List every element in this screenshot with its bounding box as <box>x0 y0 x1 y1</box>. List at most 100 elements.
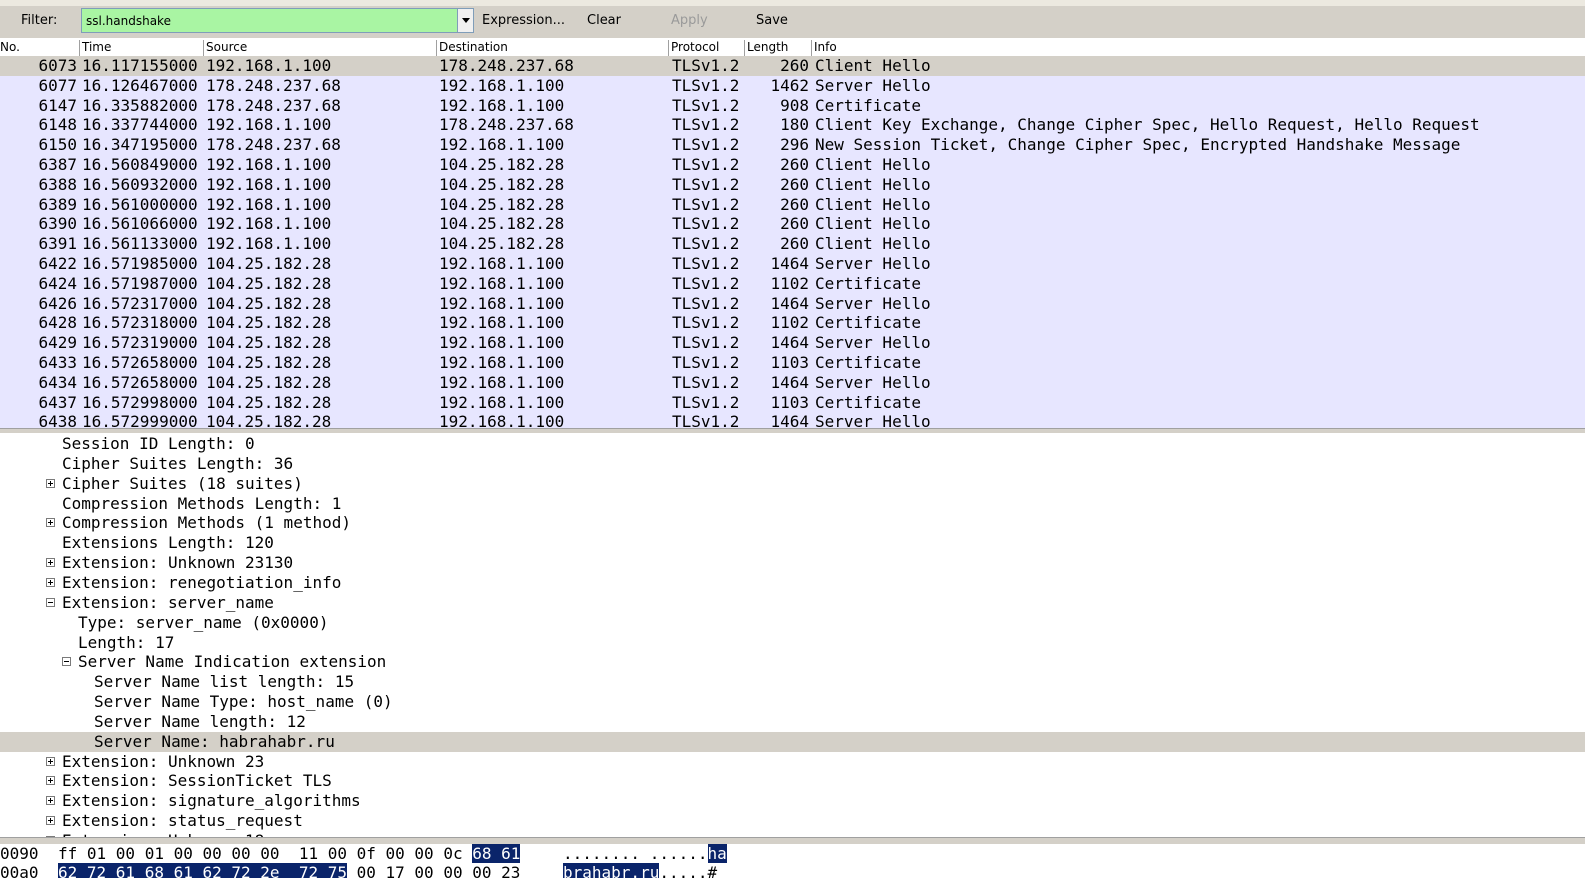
expand-icon[interactable] <box>46 478 55 488</box>
packet-row[interactable]: 6429 16.572319000 104.25.182.28 192.168.1.1… <box>0 333 1585 354</box>
column-header-length[interactable]: Length <box>744 40 811 56</box>
packet-row[interactable]: 6073 16.117155000 192.168.1.100 178.248.237… <box>0 56 1585 76</box>
packet-source: 104.25.182.28 <box>206 293 332 313</box>
packet-time: 16.571985000 <box>82 254 198 273</box>
tree-item[interactable]: Extension: Unknown 23130 <box>0 553 1585 573</box>
packet-protocol: TLSv1.2 <box>672 95 740 115</box>
packet-destination: 104.25.182.28 <box>439 174 565 194</box>
hex-bytes[interactable]: 00 17 00 00 00 23 <box>347 863 521 878</box>
packet-row[interactable]: 6147 16.335882000 178.248.237.68 192.168.1.… <box>0 95 1585 116</box>
hex-ascii[interactable]: .....# <box>659 863 717 878</box>
expand-icon[interactable] <box>46 518 55 528</box>
packet-protocol: TLSv1.2 <box>672 234 740 254</box>
tree-item[interactable]: Server Name list length: 15 <box>0 672 1585 692</box>
tree-item[interactable]: Session ID Length: 0 <box>0 434 1585 454</box>
tree-item[interactable]: Extension: Unknown 23 <box>0 752 1585 772</box>
pane-splitter[interactable] <box>0 837 1585 844</box>
packet-row[interactable]: 6428 16.572318000 104.25.182.28 192.168.1.1… <box>0 313 1585 334</box>
expand-icon[interactable] <box>46 816 55 826</box>
packet-destination: 192.168.1.100 <box>439 254 565 273</box>
packet-row[interactable]: 6077 16.126467000 178.248.237.68 192.168.1.… <box>0 75 1585 96</box>
expression-button[interactable]: Expression... <box>482 13 565 28</box>
packet-row[interactable]: 6422 16.571985000 104.25.182.28 192.168.1.1… <box>0 254 1585 274</box>
tree-item[interactable]: Extension: SessionTicket TLS <box>0 771 1585 791</box>
packet-row[interactable]: 6390 16.561066000 192.168.1.100 104.25.182.… <box>0 214 1585 235</box>
packet-row[interactable]: 6150 16.347195000 178.248.237.68 192.168.1.… <box>0 135 1585 156</box>
save-button[interactable]: Save <box>756 13 788 28</box>
packet-protocol: TLSv1.2 <box>672 75 740 95</box>
tree-item[interactable]: Compression Methods (1 method) <box>0 513 1585 533</box>
packet-row[interactable]: 6391 16.561133000 192.168.1.100 104.25.182.… <box>0 234 1585 255</box>
hex-ascii[interactable]: ........ ...... <box>563 844 708 863</box>
tree-item[interactable]: Compression Methods Length: 1 <box>0 494 1585 514</box>
tree-item[interactable]: Cipher Suites (18 suites) <box>0 474 1585 494</box>
packet-row[interactable]: 6434 16.572658000 104.25.182.28 192.168.1.1… <box>0 372 1585 393</box>
chevron-down-icon[interactable] <box>457 9 473 32</box>
packet-details-tree[interactable]: Session ID Length: 0 Cipher Suites Length… <box>0 433 1585 837</box>
packet-row[interactable]: 6148 16.337744000 192.168.1.100 178.248.237… <box>0 115 1585 136</box>
column-header-source[interactable]: Source <box>203 40 436 56</box>
apply-button[interactable]: Apply <box>671 13 708 28</box>
packet-length: 180 <box>780 115 809 135</box>
tree-item[interactable]: Server Name Indication extension <box>0 652 1585 672</box>
tree-item[interactable]: Extension: status_request <box>0 811 1585 831</box>
tree-item[interactable]: Length: 17 <box>0 633 1585 653</box>
packet-length: 1464 <box>770 372 809 392</box>
column-header-protocol[interactable]: Protocol <box>668 40 744 56</box>
packet-list[interactable]: No. Time Source Destination Protocol Len… <box>0 38 1585 428</box>
column-header-time[interactable]: Time <box>79 40 203 56</box>
packet-row[interactable]: 6389 16.561000000 192.168.1.100 104.25.182.… <box>0 194 1585 215</box>
tree-item[interactable]: Server Name: habrahabr.ru <box>0 731 1585 752</box>
tree-item[interactable]: Cipher Suites Length: 36 <box>0 454 1585 474</box>
tree-item[interactable]: Type: server_name (0x0000) <box>0 613 1585 633</box>
packet-row[interactable]: 6426 16.572317000 104.25.182.28 192.168.1.1… <box>0 293 1585 314</box>
tree-item[interactable]: Server Name length: 12 <box>0 712 1585 732</box>
packet-row[interactable]: 6388 16.560932000 192.168.1.100 104.25.182.… <box>0 174 1585 195</box>
packet-row[interactable]: 6387 16.560849000 192.168.1.100 104.25.182.… <box>0 155 1585 175</box>
filter-input[interactable] <box>82 9 457 32</box>
hex-ascii-highlight[interactable]: brahabr.ru <box>563 863 660 878</box>
tree-item[interactable]: Extension: server_name <box>0 593 1585 613</box>
packet-row[interactable]: 6437 16.572998000 104.25.182.28 192.168.1.1… <box>0 392 1585 413</box>
filter-combobox[interactable] <box>81 8 474 33</box>
expand-icon[interactable] <box>46 558 55 568</box>
collapse-icon[interactable] <box>46 597 55 607</box>
packet-destination: 178.248.237.68 <box>439 56 574 75</box>
hex-ascii-highlight[interactable]: ha <box>707 844 727 863</box>
collapse-icon[interactable] <box>62 657 71 667</box>
tree-item-label: Server Name: habrahabr.ru <box>94 731 335 751</box>
packet-row[interactable]: 6433 16.572658000 104.25.182.28 192.168.1.1… <box>0 353 1585 373</box>
tree-item[interactable]: Extensions Length: 120 <box>0 533 1585 553</box>
packet-length: 260 <box>780 56 809 75</box>
tree-item[interactable]: Extension: renegotiation_info <box>0 573 1585 593</box>
clear-button[interactable]: Clear <box>587 13 621 28</box>
packet-length: 1464 <box>770 333 809 353</box>
packet-row[interactable]: 6438 16.572999000 104.25.182.28 192.168.1.1… <box>0 412 1585 428</box>
column-header-no[interactable]: No. <box>0 40 80 56</box>
packet-no: 6438 <box>38 412 77 428</box>
hex-bytes-highlight[interactable]: 62 72 61 68 61 62 72 2e 72 75 <box>58 863 347 878</box>
packet-time: 16.560849000 <box>82 155 198 174</box>
packet-length: 260 <box>780 234 809 254</box>
packet-destination: 104.25.182.28 <box>439 234 565 254</box>
tree-item[interactable]: Server Name Type: host_name (0) <box>0 692 1585 712</box>
packet-info: Certificate <box>815 95 921 115</box>
hex-bytes-highlight[interactable]: 68 61 <box>472 844 521 863</box>
expand-icon[interactable] <box>46 756 55 766</box>
hex-bytes[interactable]: ff 01 00 01 00 00 00 00 11 00 0f 00 00 0… <box>58 844 472 863</box>
tree-item[interactable]: Extension: signature_algorithms <box>0 791 1585 811</box>
packet-no: 6147 <box>38 95 77 115</box>
packet-info: Certificate <box>815 273 921 293</box>
column-header-info[interactable]: Info <box>811 40 1585 56</box>
expand-icon[interactable] <box>46 776 55 786</box>
packet-destination: 192.168.1.100 <box>439 333 565 353</box>
expand-icon[interactable] <box>46 796 55 806</box>
packet-destination: 192.168.1.100 <box>439 273 565 293</box>
packet-info: Client Key Exchange, Change Cipher Spec,… <box>815 115 1480 135</box>
expand-icon[interactable] <box>46 577 55 587</box>
packet-bytes-pane[interactable]: 0090 ff 01 00 01 00 00 00 00 11 00 0f 00 … <box>0 844 1585 878</box>
column-header-destination[interactable]: Destination <box>436 40 668 56</box>
packet-row[interactable]: 6424 16.571987000 104.25.182.28 192.168.1.1… <box>0 273 1585 294</box>
packet-length: 1102 <box>770 313 809 333</box>
filter-toolbar: Filter: Expression... Clear Apply Save <box>0 0 1585 38</box>
